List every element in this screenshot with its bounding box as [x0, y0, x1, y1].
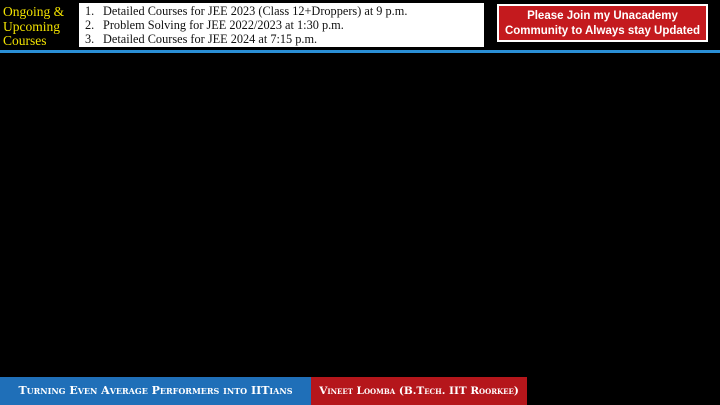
- courses-heading-line: Upcoming: [3, 18, 60, 34]
- course-text: Problem Solving for JEE 2022/2023 at 1:3…: [103, 18, 344, 32]
- video-area: [0, 53, 720, 377]
- courses-list: 1. Detailed Courses for JEE 2023 (Class 1…: [85, 4, 407, 46]
- course-number: 2.: [85, 18, 95, 32]
- courses-heading-line: Courses: [3, 33, 47, 48]
- course-number: 1.: [85, 4, 95, 18]
- presenter-banner: Vineet Loomba (B.Tech. IIT Roorkee): [311, 377, 527, 405]
- course-item: 2. Problem Solving for JEE 2022/2023 at 1…: [85, 18, 407, 32]
- courses-heading-line: Ongoing &: [3, 4, 65, 19]
- course-item: 3. Detailed Courses for JEE 2024 at 7:15 …: [85, 32, 407, 46]
- course-number: 3.: [85, 32, 95, 46]
- courses-list-box: 1. Detailed Courses for JEE 2023 (Class 1…: [79, 3, 484, 47]
- courses-heading: Ongoing & Upcoming Courses: [3, 4, 79, 49]
- join-line: Please Join my Unacademy: [527, 10, 678, 22]
- tagline-banner: Turning Even Average Performers into IIT…: [0, 377, 311, 405]
- join-community-banner: Please Join my Unacademy Community to Al…: [497, 4, 708, 42]
- top-banner: Ongoing & Upcoming Courses 1. Detailed Co…: [0, 0, 720, 50]
- course-text: Detailed Courses for JEE 2024 at 7:15 p.…: [103, 32, 318, 46]
- join-line: Community to Always stay Updated: [504, 25, 701, 37]
- course-text: Detailed Courses for JEE 2023 (Class 12+…: [103, 4, 408, 18]
- course-item: 1. Detailed Courses for JEE 2023 (Class 1…: [85, 4, 407, 18]
